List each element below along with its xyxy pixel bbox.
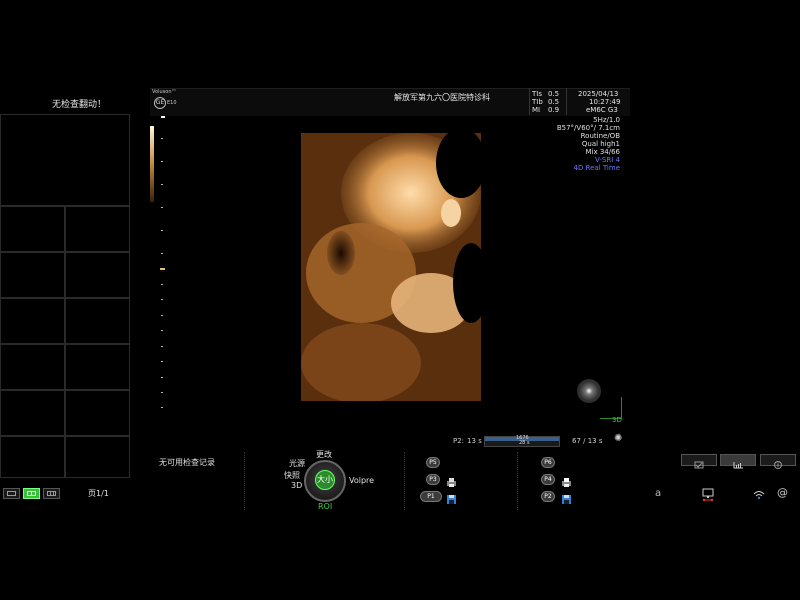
depth-marker: [161, 116, 165, 118]
depth-tick: [161, 346, 163, 347]
mi-value: 0.9: [548, 106, 560, 114]
exam-date: 2025/04/13: [578, 90, 619, 98]
thumbnail-slot[interactable]: [0, 206, 65, 252]
thumbnail-slot[interactable]: [65, 252, 130, 298]
mi-label: MI: [532, 106, 541, 114]
depth-tick: [161, 299, 163, 300]
thumbnail-slot[interactable]: [65, 436, 130, 478]
at-icon[interactable]: @: [777, 486, 788, 499]
depth-tick: [161, 377, 163, 378]
thumbnail-slot[interactable]: [65, 206, 130, 252]
layout-2x2-button[interactable]: [23, 488, 40, 499]
depth-tick: [161, 407, 163, 408]
tis-label: TIs: [532, 90, 542, 98]
logo: Voluson™ GE E10: [152, 90, 178, 112]
p1-button[interactable]: P1: [420, 491, 442, 502]
orientation-label: 3D: [612, 416, 622, 424]
focus-marker: [160, 268, 165, 270]
p2-label: P2:: [453, 437, 465, 445]
tib-label: TIb: [532, 98, 543, 106]
p2-time: 13 s: [467, 437, 482, 445]
knob-label-change: 更改: [316, 450, 332, 459]
thumbnail-slot[interactable]: [0, 114, 130, 206]
frame-rate: 5Hz/1.0: [593, 116, 620, 124]
p6-button[interactable]: P6: [541, 457, 555, 468]
depth-tick: [161, 230, 163, 231]
mix: Mix 34/66: [585, 148, 620, 156]
depth-tick: [161, 138, 163, 139]
cine-frame: 67 / 13 s: [572, 437, 603, 445]
thumbnail-slot[interactable]: [0, 436, 65, 478]
knob-center-label: 大小: [317, 475, 333, 484]
knob-label-volpre: Volpre: [349, 476, 375, 485]
no-exam-title: 无检查翻动！: [52, 100, 107, 110]
depth-tick: [161, 253, 163, 254]
save-disk-icon[interactable]: [446, 490, 457, 504]
thumbnail-slot[interactable]: [65, 344, 130, 390]
depth-tick: [161, 330, 163, 331]
p5-button[interactable]: P5: [426, 457, 440, 468]
depth-tick: [161, 207, 163, 208]
quality: Qual high1: [581, 140, 620, 148]
thumbnail-slot[interactable]: [0, 298, 65, 344]
p2-button[interactable]: P2: [541, 491, 555, 502]
thumbnail-grid: [0, 114, 130, 478]
knob-label-snapshot: 快照: [284, 471, 300, 480]
divider: [517, 452, 518, 510]
angle-depth: B57°/V60°/ 7.1cm: [556, 124, 620, 132]
wifi-icon[interactable]: [752, 487, 766, 501]
info-icon[interactable]: [760, 454, 796, 469]
orientation-icon[interactable]: [577, 379, 601, 403]
thumbnail-slot[interactable]: [65, 298, 130, 344]
save-disk-icon[interactable]: [561, 490, 572, 504]
depth-tick: [161, 184, 163, 185]
tis-value: 0.5: [548, 90, 560, 98]
mode-4d: 4D Real Time: [573, 164, 620, 172]
depth-tick: [161, 284, 163, 285]
knob-label-3d: 3D: [291, 481, 303, 490]
probe-name: eM6C G3: [586, 106, 618, 114]
preset: Routine/OB: [580, 132, 620, 140]
depth-tick: [161, 392, 163, 393]
divider: [404, 452, 405, 510]
exam-time: 10:27:49: [589, 98, 621, 106]
p4-button[interactable]: P4: [541, 474, 555, 485]
depth-tick: [161, 161, 163, 162]
ultrasound-3d-render[interactable]: [301, 133, 481, 401]
thumbnail-slot[interactable]: [0, 252, 65, 298]
layout-3x3-button[interactable]: [43, 488, 60, 499]
p3-button[interactable]: P3: [426, 474, 440, 485]
vsri: V-SRI 4: [595, 156, 620, 164]
no-exam-records: 无可用检查记录: [159, 458, 215, 467]
ge-logo-icon: GE: [154, 97, 166, 109]
tib-value: 0.5: [548, 98, 560, 106]
chart-icon[interactable]: [720, 454, 756, 469]
page-indicator: 页1/1: [88, 489, 109, 498]
knob-label-roi: ROI: [318, 502, 333, 511]
thumbnail-slot[interactable]: [0, 344, 65, 390]
divider: [244, 452, 245, 510]
layout-1x1-button[interactable]: [3, 488, 20, 499]
depth-tick: [161, 315, 163, 316]
knob-label-light: 光源: [289, 459, 305, 468]
divider: [529, 88, 530, 115]
thumbnail-slot[interactable]: [0, 390, 65, 436]
settings-sun-icon[interactable]: ✺: [614, 434, 624, 444]
divider: [566, 88, 567, 115]
thumbnail-slot[interactable]: [65, 390, 130, 436]
tab-report[interactable]: [681, 454, 717, 469]
gray-scale-bar: [150, 126, 154, 202]
hospital-name: 解放军第九六〇医院特诊科: [394, 93, 490, 102]
depth-tick: [161, 361, 163, 362]
document-printer-icon[interactable]: [561, 473, 572, 487]
printer-icon[interactable]: [446, 473, 457, 487]
acquisition-info: 5Hz/1.0 B57°/V60°/ 7.1cm Routine/OB Qual…: [557, 116, 620, 172]
network-monitor-icon[interactable]: [701, 487, 715, 502]
keyboard-letter: a: [655, 488, 662, 499]
cine-duration: 28 s: [519, 440, 530, 446]
